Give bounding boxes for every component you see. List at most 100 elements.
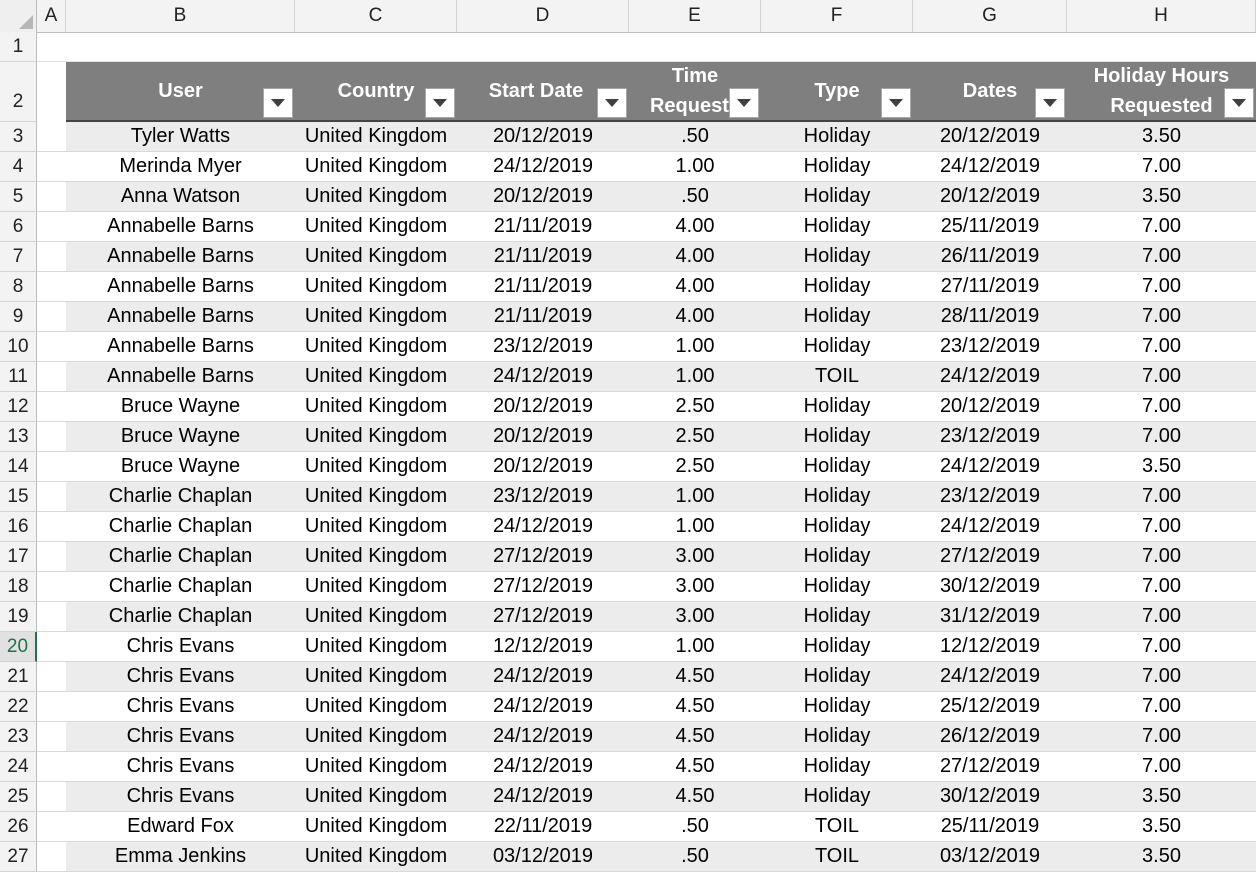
row-header[interactable]: 15 [0, 482, 37, 512]
row-header[interactable]: 7 [0, 242, 37, 272]
cell-holiday-hours[interactable]: 3.50 [1067, 452, 1256, 481]
cell-time-requested[interactable]: 3.00 [629, 602, 761, 631]
row-header[interactable]: 22 [0, 692, 37, 722]
cell-column-a[interactable] [37, 542, 66, 571]
cell-holiday-hours[interactable]: 7.00 [1067, 152, 1256, 181]
cell-time-requested[interactable]: 4.00 [629, 272, 761, 301]
cell-time-requested[interactable]: 4.50 [629, 692, 761, 721]
cell-user[interactable]: Annabelle Barns [66, 302, 295, 331]
cell-user[interactable]: Anna Watson [66, 182, 295, 211]
cell-type[interactable]: Holiday [761, 242, 913, 271]
header-type[interactable]: Type [761, 62, 913, 120]
cell-time-requested[interactable]: .50 [629, 842, 761, 871]
row-header[interactable]: 5 [0, 182, 37, 212]
cell-holiday-hours[interactable]: 7.00 [1067, 632, 1256, 661]
cell-dates[interactable]: 20/12/2019 [913, 392, 1067, 421]
cell-type[interactable]: Holiday [761, 692, 913, 721]
header-holiday-hours-requested[interactable]: Holiday Hours Requested [1067, 62, 1256, 120]
row-header[interactable]: 14 [0, 452, 37, 482]
cell-column-a[interactable] [37, 782, 66, 811]
cell-country[interactable]: United Kingdom [295, 632, 457, 661]
cell-column-a[interactable] [37, 422, 66, 451]
cell-holiday-hours[interactable]: 7.00 [1067, 602, 1256, 631]
cell-type[interactable]: Holiday [761, 602, 913, 631]
cell-country[interactable]: United Kingdom [295, 332, 457, 361]
row-header[interactable]: 23 [0, 722, 37, 752]
cell-holiday-hours[interactable]: 7.00 [1067, 512, 1256, 541]
cell-holiday-hours[interactable]: 3.50 [1067, 182, 1256, 211]
cell-dates[interactable]: 30/12/2019 [913, 572, 1067, 601]
cell-user[interactable]: Annabelle Barns [66, 332, 295, 361]
row-header[interactable]: 3 [0, 122, 37, 152]
cell-time-requested[interactable]: 4.50 [629, 752, 761, 781]
cell-type[interactable]: Holiday [761, 662, 913, 691]
header-user[interactable]: User [66, 62, 295, 120]
cell-type[interactable]: Holiday [761, 392, 913, 421]
cell-time-requested[interactable]: 1.00 [629, 512, 761, 541]
filter-dropdown-button[interactable] [263, 88, 293, 118]
cell-time-requested[interactable]: 1.00 [629, 482, 761, 511]
cell-dates[interactable]: 26/11/2019 [913, 242, 1067, 271]
cell-start-date[interactable]: 24/12/2019 [457, 722, 629, 751]
cell-holiday-hours[interactable]: 7.00 [1067, 212, 1256, 241]
cell-holiday-hours[interactable]: 7.00 [1067, 272, 1256, 301]
cell-country[interactable]: United Kingdom [295, 392, 457, 421]
cell-time-requested[interactable]: 1.00 [629, 152, 761, 181]
row-header[interactable]: 2 [0, 62, 37, 122]
cell-type[interactable]: Holiday [761, 452, 913, 481]
row-header[interactable]: 1 [0, 32, 37, 62]
cell-user[interactable]: Charlie Chaplan [66, 542, 295, 571]
cell-time-requested[interactable]: 4.00 [629, 212, 761, 241]
cell-country[interactable]: United Kingdom [295, 152, 457, 181]
cell-type[interactable]: TOIL [761, 842, 913, 871]
cell-dates[interactable]: 25/11/2019 [913, 212, 1067, 241]
row-header[interactable]: 12 [0, 392, 37, 422]
cell-time-requested[interactable]: 4.00 [629, 302, 761, 331]
cell-time-requested[interactable]: .50 [629, 182, 761, 211]
cell-country[interactable]: United Kingdom [295, 182, 457, 211]
cell-dates[interactable]: 20/12/2019 [913, 182, 1067, 211]
column-header-a[interactable]: A [37, 0, 66, 32]
cell-country[interactable]: United Kingdom [295, 602, 457, 631]
cell-column-a[interactable] [37, 692, 66, 721]
cell-start-date[interactable]: 24/12/2019 [457, 692, 629, 721]
cell-type[interactable]: Holiday [761, 542, 913, 571]
cell-user[interactable]: Chris Evans [66, 722, 295, 751]
cell-holiday-hours[interactable]: 7.00 [1067, 662, 1256, 691]
cell-user[interactable]: Charlie Chaplan [66, 572, 295, 601]
cell-start-date[interactable]: 24/12/2019 [457, 362, 629, 391]
cell-user[interactable]: Merinda Myer [66, 152, 295, 181]
cell-time-requested[interactable]: 4.50 [629, 662, 761, 691]
cell-start-date[interactable]: 27/12/2019 [457, 542, 629, 571]
cell-holiday-hours[interactable]: 7.00 [1067, 542, 1256, 571]
cell-user[interactable]: Annabelle Barns [66, 362, 295, 391]
cell-column-a[interactable] [37, 272, 66, 301]
cell-time-requested[interactable]: 4.50 [629, 722, 761, 751]
cell-time-requested[interactable]: 2.50 [629, 392, 761, 421]
cell-start-date[interactable]: 23/12/2019 [457, 482, 629, 511]
cell-start-date[interactable]: 21/11/2019 [457, 302, 629, 331]
cell-dates[interactable]: 24/12/2019 [913, 362, 1067, 391]
cell-type[interactable]: Holiday [761, 752, 913, 781]
column-header-c[interactable]: C [295, 0, 457, 32]
header-time-requested[interactable]: Time Requeste [629, 62, 761, 120]
cell-country[interactable]: United Kingdom [295, 242, 457, 271]
cell-country[interactable]: United Kingdom [295, 782, 457, 811]
cell-start-date[interactable]: 20/12/2019 [457, 122, 629, 151]
cell-start-date[interactable]: 24/12/2019 [457, 512, 629, 541]
cell-time-requested[interactable]: 1.00 [629, 632, 761, 661]
row-header[interactable]: 11 [0, 362, 37, 392]
column-header-h[interactable]: H [1067, 0, 1256, 32]
cell-user[interactable]: Charlie Chaplan [66, 512, 295, 541]
cell-dates[interactable]: 12/12/2019 [913, 632, 1067, 661]
cell-start-date[interactable]: 24/12/2019 [457, 752, 629, 781]
row-header[interactable]: 19 [0, 602, 37, 632]
cell-type[interactable]: TOIL [761, 362, 913, 391]
cell-dates[interactable]: 27/12/2019 [913, 542, 1067, 571]
row-header[interactable]: 8 [0, 272, 37, 302]
cell-user[interactable]: Bruce Wayne [66, 392, 295, 421]
cell-column-a[interactable] [37, 482, 66, 511]
cell-dates[interactable]: 24/12/2019 [913, 662, 1067, 691]
header-country[interactable]: Country [295, 62, 457, 120]
cell-type[interactable]: Holiday [761, 212, 913, 241]
